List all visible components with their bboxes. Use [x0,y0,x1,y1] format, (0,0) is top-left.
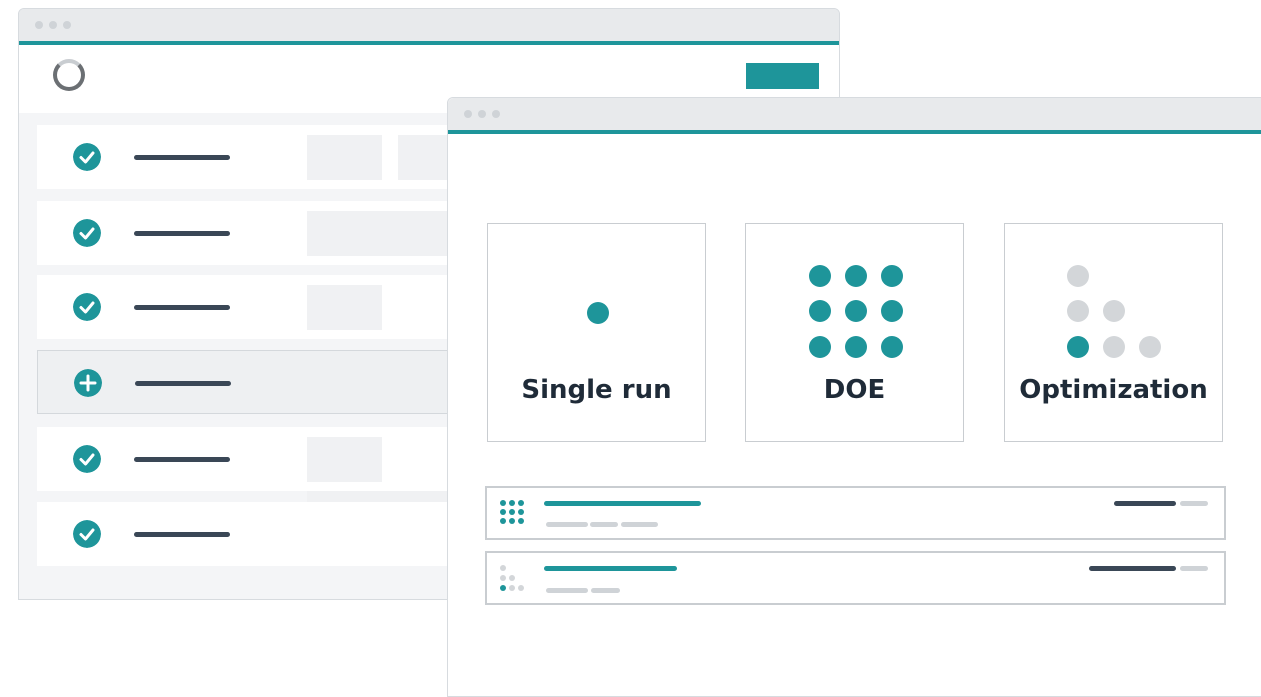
item-title-line [544,566,677,571]
item-meta-line [590,522,618,527]
step-label-line [134,457,230,462]
step-label-line [134,305,230,310]
list-item[interactable] [485,551,1226,605]
window-control-dot[interactable] [63,21,71,29]
step-label-line [134,231,230,236]
check-circle-icon [73,219,101,247]
window-control-dot[interactable] [492,110,500,118]
card-label: Single run [521,375,672,405]
staircase-dots-icon [500,565,524,591]
check-circle-icon [73,143,101,171]
card-label: Optimization [1019,375,1208,405]
item-meta-line [591,588,620,593]
doe-card[interactable]: DOE [745,223,964,442]
single-run-card[interactable]: Single run [487,223,706,442]
item-status-line [1180,501,1208,506]
staircase-dots-icon [1067,265,1161,358]
check-circle-icon [73,293,101,321]
window-controls[interactable] [35,21,71,29]
item-status-line [1114,501,1176,506]
front-window: Single run DOE Optimization [447,97,1261,697]
window-control-dot[interactable] [49,21,57,29]
window-control-dot[interactable] [478,110,486,118]
front-window-titlebar [448,98,1261,134]
check-circle-icon [73,520,101,548]
window-control-dot[interactable] [35,21,43,29]
step-label-line [134,155,230,160]
optimization-card[interactable]: Optimization [1004,223,1223,442]
back-window-titlebar [19,9,839,45]
window-control-dot[interactable] [464,110,472,118]
step-label-line [135,381,231,386]
primary-action-button[interactable] [746,63,819,89]
item-status-line [1180,566,1208,571]
content-placeholder [307,285,382,330]
check-circle-icon [73,445,101,473]
item-meta-line [546,588,588,593]
card-label: DOE [823,375,886,405]
grid-dots-icon [809,265,903,358]
item-meta-line [621,522,658,527]
step-label-line [134,532,230,537]
progress-ring-icon [53,59,85,91]
item-meta-line [546,522,588,527]
item-status-line [1089,566,1176,571]
grid-dots-icon [500,500,524,524]
window-controls[interactable] [464,110,500,118]
item-title-line [544,501,701,506]
plus-circle-icon [74,369,102,397]
single-dot-icon [587,302,609,324]
list-item[interactable] [485,486,1226,540]
content-placeholder [307,437,382,482]
content-placeholder [307,135,382,180]
